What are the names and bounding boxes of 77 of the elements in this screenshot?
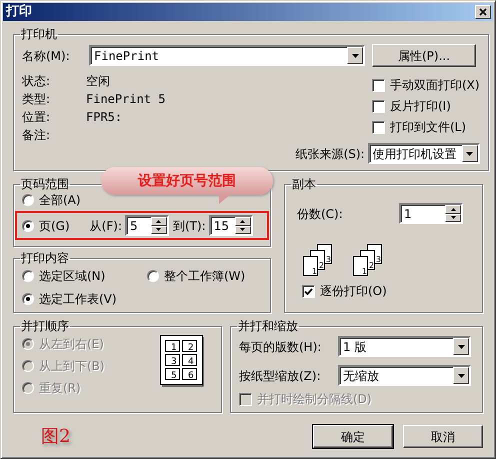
- up-arrow-icon: [156, 220, 162, 223]
- dropdown-arrow-button[interactable]: [462, 145, 478, 162]
- down-arrow-icon: [352, 54, 358, 58]
- info-label: 位置:: [22, 110, 52, 124]
- info-value: FPR5:: [86, 110, 124, 124]
- dropdown-arrow-button[interactable]: [347, 47, 363, 64]
- pages-per-sheet-dropdown[interactable]: 1 版: [338, 336, 471, 357]
- field-label: 到(T):: [172, 218, 206, 232]
- down-arrow-icon: [450, 216, 456, 220]
- radio-label: 选定工作表(V): [39, 292, 117, 306]
- page-from-field[interactable]: 5: [124, 215, 169, 236]
- down-arrow-icon: [458, 344, 464, 348]
- checkbox-label: 手动双面打印(X): [390, 78, 480, 92]
- page-to-field[interactable]: 15: [208, 215, 253, 236]
- copies-field[interactable]: 1: [399, 203, 463, 224]
- checkbox[interactable]: [302, 284, 315, 298]
- radio-label: 页(G): [39, 218, 70, 232]
- down-arrow-icon: [156, 228, 162, 232]
- page-stack-drawing: 3 2 1: [303, 244, 333, 276]
- dropdown-arrow-button[interactable]: [453, 338, 469, 355]
- scale-dropdown[interactable]: 无缩放: [338, 365, 471, 386]
- field-label: 按纸型缩放(Z):: [239, 368, 322, 382]
- radio-button[interactable]: [147, 270, 159, 282]
- properties-button[interactable]: 属性(P)...: [372, 44, 476, 67]
- window-title: 打印: [6, 5, 32, 19]
- ok-button[interactable]: 确定: [313, 425, 393, 448]
- page-order-drawing: 1 2 3 4 5 6: [160, 335, 205, 387]
- group-title: 并打顺序: [21, 319, 69, 333]
- field-label: 纸张来源(S):: [296, 146, 365, 160]
- figure-caption: 图2: [41, 430, 70, 444]
- group-title: 打印机: [21, 27, 57, 41]
- field-label: 每页的版数(H):: [239, 340, 322, 354]
- check-mark-icon: [304, 288, 313, 294]
- up-arrow-icon: [240, 220, 246, 223]
- radio-label: 全部(A): [39, 193, 81, 207]
- info-label: 备注:: [22, 128, 52, 142]
- group-title: 打印内容: [21, 251, 69, 265]
- radio-button[interactable]: [22, 194, 34, 206]
- radio-label: 从上到下(B): [39, 359, 105, 373]
- radio-button[interactable]: [22, 270, 34, 282]
- radio-button[interactable]: [22, 220, 34, 232]
- spin-up-button[interactable]: [445, 205, 461, 214]
- spin-up-button[interactable]: [234, 217, 251, 226]
- checkbox[interactable]: [372, 120, 385, 134]
- radio-label: 整个工作簿(W): [164, 269, 246, 283]
- group-title: 并打和缩放: [238, 319, 298, 333]
- radio-label: 从左到右(E): [39, 337, 104, 351]
- info-value: FinePrint 5: [86, 92, 166, 106]
- checkbox-label: 并打时绘制分隔线(D): [257, 392, 372, 406]
- info-value: 空闲: [86, 74, 111, 88]
- field-label: 份数(C):: [296, 206, 344, 220]
- close-icon: [479, 8, 487, 16]
- radio-label: 选定区域(N): [39, 269, 106, 283]
- down-arrow-icon: [458, 374, 464, 378]
- page-stack-drawing: 3 2 1: [353, 244, 383, 276]
- close-button[interactable]: [475, 5, 491, 19]
- cancel-button[interactable]: 取消: [403, 425, 483, 448]
- radio-button[interactable]: [22, 293, 34, 305]
- up-arrow-icon: [450, 208, 456, 211]
- dropdown-arrow-button[interactable]: [453, 367, 469, 384]
- spin-up-button[interactable]: [150, 217, 167, 226]
- group-title: 页码范围: [21, 177, 69, 191]
- down-arrow-icon: [466, 152, 474, 156]
- checkbox-label: 打印到文件(L): [390, 120, 466, 134]
- down-arrow-icon: [240, 228, 246, 232]
- checkbox[interactable]: [372, 78, 385, 92]
- info-label: 状态:: [22, 74, 52, 88]
- checkbox-label: 逐份打印(O): [320, 284, 387, 298]
- paper-source-dropdown[interactable]: 使用打印机设置: [368, 143, 480, 164]
- group-title: 副本: [292, 177, 316, 191]
- radio-label: 重复(R): [39, 381, 81, 395]
- checkbox-label: 反片打印(I): [390, 99, 451, 113]
- field-label: 名称(M):: [22, 48, 71, 62]
- checkbox[interactable]: [372, 100, 385, 112]
- field-label: 从(F):: [90, 218, 122, 232]
- info-label: 类型:: [22, 92, 52, 106]
- printer-name-dropdown[interactable]: FinePrint: [89, 45, 365, 66]
